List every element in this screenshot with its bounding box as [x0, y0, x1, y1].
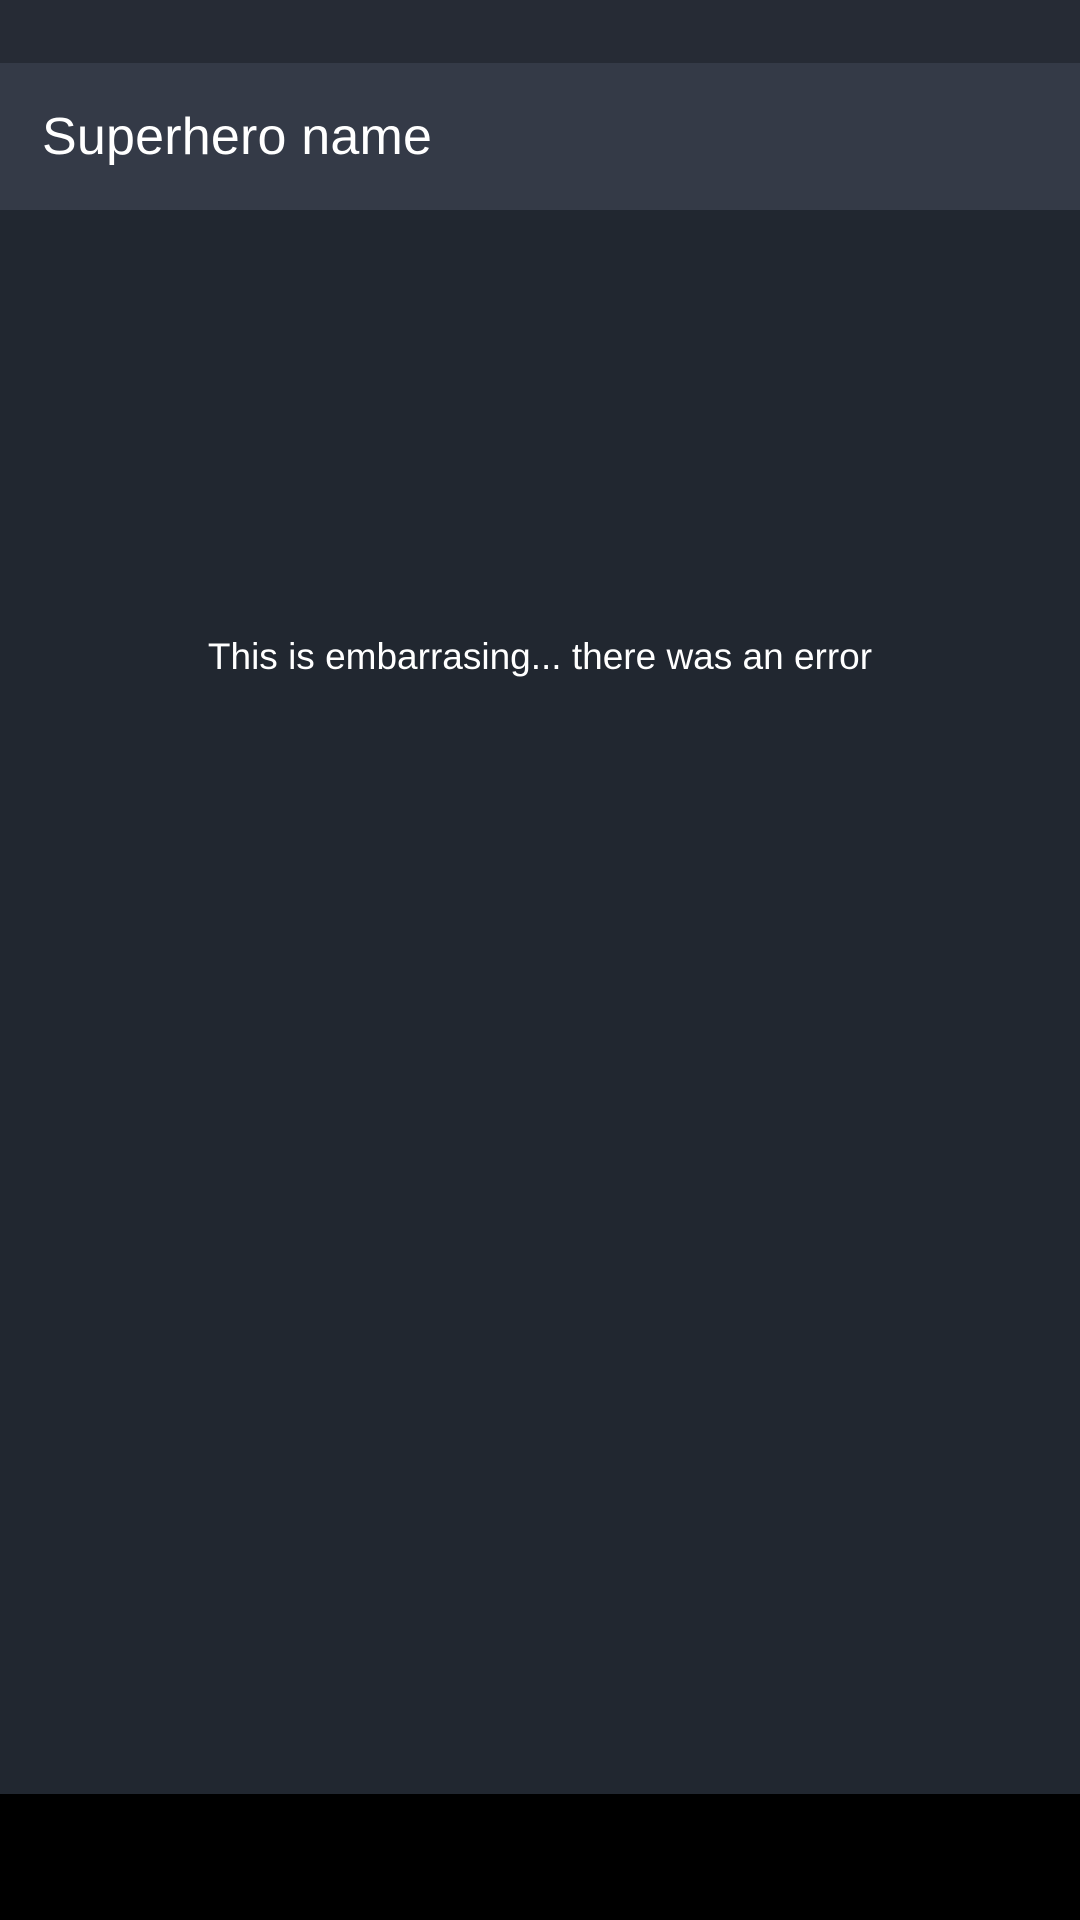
- navigation-bar: [0, 1794, 1080, 1920]
- content-area: This is embarrasing... there was an erro…: [0, 210, 1080, 1794]
- status-bar: [0, 0, 1080, 63]
- app-bar: Superhero name: [0, 63, 1080, 210]
- app-screen: Superhero name This is embarrasing... th…: [0, 0, 1080, 1920]
- page-title: Superhero name: [42, 107, 433, 166]
- error-message: This is embarrasing... there was an erro…: [207, 636, 873, 677]
